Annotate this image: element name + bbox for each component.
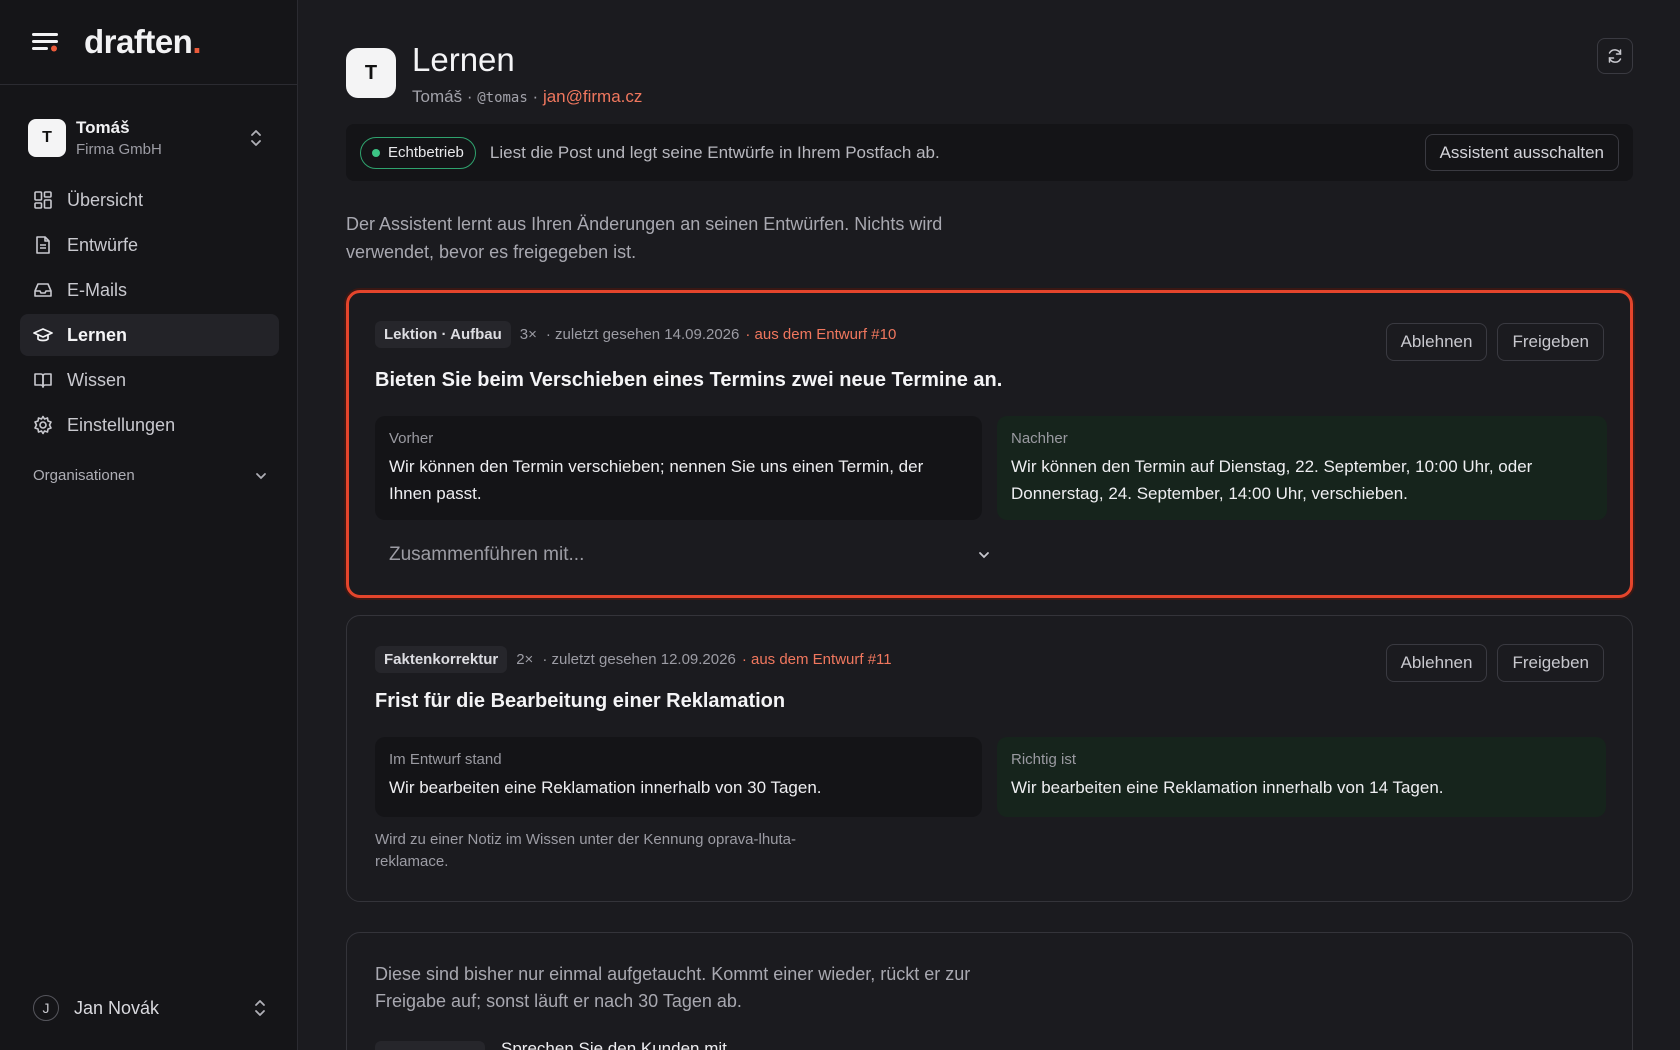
separator: ·	[532, 87, 539, 106]
pending-item-title: Sprechen Sie den Kunden mit	[501, 1039, 727, 1050]
lesson-source-link[interactable]: · aus dem Entwurf #10	[745, 326, 896, 343]
reject-button[interactable]: Ablehnen	[1385, 323, 1488, 361]
correction-last-seen: · zuletzt gesehen 12.09.2026	[542, 651, 736, 668]
sidebar-item-entwuerfe[interactable]: Entwürfe	[20, 224, 279, 266]
workspace-avatar: T	[28, 119, 66, 157]
chevron-down-icon	[256, 472, 266, 479]
sidebar-item-label: E-Mails	[67, 279, 128, 300]
sidebar-item-wissen[interactable]: Wissen	[20, 359, 279, 401]
lesson-last-seen: · zuletzt gesehen 14.09.2026	[545, 326, 740, 343]
knowledge-note: Wird zu einer Notiz im Wissen unter der …	[375, 831, 797, 870]
sidebar-item-label: Einstellungen	[67, 414, 176, 435]
merge-select-placeholder: Zusammenführen mit...	[389, 544, 585, 565]
pending-tag	[375, 1041, 485, 1050]
after-label: Nachher	[1011, 430, 1068, 447]
lesson-count: 3×	[519, 326, 537, 343]
organisations-label: Organisationen	[33, 467, 135, 484]
page-user-name: Tomáš	[412, 87, 463, 106]
draft-value-text: Wir bearbeiten eine Reklamation innerhal…	[389, 778, 822, 797]
merge-select[interactable]: Zusammenführen mit...	[375, 533, 1005, 577]
user-menu[interactable]: J Jan Novák	[33, 994, 268, 1022]
logo[interactable]: draften.	[84, 23, 201, 61]
sidebar-item-label: Lernen	[67, 324, 128, 345]
chevron-updown-icon	[248, 128, 264, 148]
correction-title: Frist für die Bearbeitung einer Reklamat…	[375, 690, 786, 712]
user-name: Jan Novák	[74, 997, 160, 1018]
lesson-tag: Lektion · Aufbau	[375, 321, 511, 348]
user-avatar: J	[33, 995, 59, 1021]
pending-card: Diese sind bisher nur einmal aufgetaucht…	[346, 932, 1633, 1050]
refresh-icon	[1608, 49, 1622, 63]
organisations-toggle[interactable]: Organisationen	[33, 467, 268, 484]
sidebar-item-label: Entwürfe	[67, 234, 139, 255]
book-icon	[34, 373, 52, 388]
lesson-card: Lektion · Aufbau 3× · zuletzt gesehen 14…	[346, 290, 1633, 598]
grid-icon	[34, 191, 52, 209]
workspace-switcher[interactable]: T Tomáš Firma GmbH	[28, 114, 278, 162]
assistant-status-bar: Echtbetrieb Liest die Post und legt sein…	[346, 124, 1633, 181]
lesson-title: Bieten Sie beim Verschieben eines Termin…	[375, 369, 1003, 391]
sidebar-item-label: Übersicht	[67, 189, 144, 210]
card-actions: Ablehnen Freigeben	[1376, 644, 1604, 682]
page-header: T Lernen Tomáš · @tomas · jan@firma.cz	[346, 42, 642, 107]
before-label: Vorher	[389, 430, 434, 447]
page-subtitle: Tomáš · @tomas · jan@firma.cz	[412, 87, 642, 107]
correct-value-label: Richtig ist	[1011, 751, 1077, 768]
pending-text: Diese sind bisher nur einmal aufgetaucht…	[375, 964, 971, 1011]
card-meta: Faktenkorrektur 2× · zuletzt gesehen 12.…	[375, 646, 892, 673]
workspace-org: Firma GmbH	[76, 141, 162, 158]
brand-bar: draften.	[0, 0, 297, 85]
sidebar: draften. T Tomáš Firma GmbH Übersicht En…	[0, 0, 298, 1050]
status-badge-label: Echtbetrieb	[388, 144, 464, 161]
approve-button[interactable]: Freigeben	[1497, 644, 1604, 682]
page-title: Lernen	[412, 41, 515, 78]
sidebar-item-emails[interactable]: E-Mails	[20, 269, 279, 311]
reject-button[interactable]: Ablehnen	[1385, 644, 1488, 682]
draft-value-box: Im Entwurf stand Wir bearbeiten eine Rek…	[375, 737, 982, 817]
page-user-handle: @tomas	[477, 90, 528, 106]
page-avatar: T	[346, 48, 396, 98]
card-meta: Lektion · Aufbau 3× · zuletzt gesehen 14…	[375, 321, 896, 348]
correct-value-text: Wir bearbeiten eine Reklamation innerhal…	[1011, 778, 1444, 797]
sidebar-item-einstellungen[interactable]: Einstellungen	[20, 404, 279, 446]
status-badge: Echtbetrieb	[360, 136, 476, 169]
before-text: Wir können den Termin verschieben; nenne…	[389, 457, 924, 503]
correction-count: 2×	[516, 651, 534, 668]
card-actions: Ablehnen Freigeben	[1376, 323, 1604, 361]
correction-source-link[interactable]: · aus dem Entwurf #11	[742, 651, 892, 668]
status-text: Liest die Post und legt seine Entwürfe i…	[489, 142, 940, 162]
sidebar-item-label: Wissen	[67, 369, 127, 390]
after-text: Wir können den Termin auf Dienstag, 22. …	[1011, 457, 1533, 503]
assistant-off-button[interactable]: Assistent ausschalten	[1424, 134, 1619, 171]
draft-value-label: Im Entwurf stand	[389, 751, 502, 768]
intro-text: Der Assistent lernt aus Ihren Änderungen…	[346, 214, 943, 262]
inbox-icon	[34, 283, 52, 297]
graduation-cap-icon	[33, 328, 53, 342]
correction-tag: Faktenkorrektur	[375, 646, 508, 673]
sidebar-nav: Übersicht Entwürfe E-Mails Lernen Wissen…	[20, 179, 279, 449]
gear-icon	[34, 415, 52, 435]
live-dot-icon	[372, 148, 380, 157]
refresh-button[interactable]	[1597, 38, 1633, 74]
after-box: Nachher Wir können den Termin auf Dienst…	[997, 416, 1607, 520]
menu-icon[interactable]	[32, 31, 60, 53]
sidebar-item-uebersicht[interactable]: Übersicht	[20, 179, 279, 221]
before-box: Vorher Wir können den Termin verschieben…	[375, 416, 982, 520]
separator: ·	[466, 87, 473, 106]
page-user-email[interactable]: jan@firma.cz	[543, 87, 642, 106]
workspace-name: Tomáš	[76, 118, 130, 137]
chevron-updown-icon	[252, 998, 268, 1018]
chevron-down-icon	[979, 552, 989, 559]
document-icon	[36, 236, 50, 254]
correct-value-box: Richtig ist Wir bearbeiten eine Reklamat…	[997, 737, 1606, 817]
approve-button[interactable]: Freigeben	[1497, 323, 1604, 361]
correction-card: Faktenkorrektur 2× · zuletzt gesehen 12.…	[346, 615, 1633, 902]
sidebar-item-lernen[interactable]: Lernen	[20, 314, 279, 356]
